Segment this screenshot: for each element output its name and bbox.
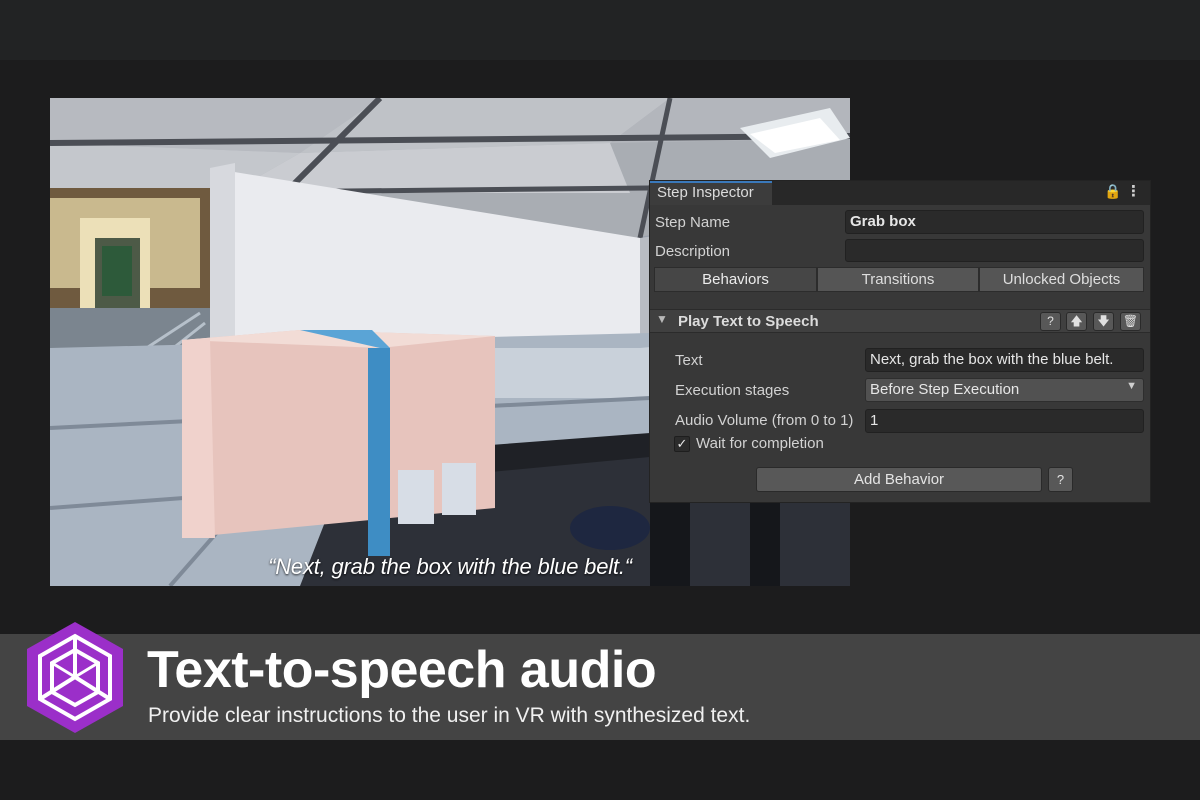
add-behavior-button[interactable]: Add Behavior (756, 467, 1042, 492)
text-field[interactable]: Next, grab the box with the blue belt. (865, 348, 1144, 372)
step-name-label: Step Name (655, 214, 731, 231)
behavior-title: Play Text to Speech (678, 313, 819, 330)
wait-for-completion-label: Wait for completion (696, 435, 824, 452)
text-label: Text (675, 352, 703, 369)
hexagon-cube-logo-icon (27, 622, 123, 733)
execution-stages-dropdown[interactable]: Before Step Execution ▼ (865, 378, 1144, 402)
audio-volume-label: Audio Volume (from 0 to 1) (675, 412, 854, 429)
inspector-tab[interactable]: Step Inspector (650, 181, 772, 205)
help-button[interactable]: ? (1048, 467, 1073, 492)
tab-unlocked-objects[interactable]: Unlocked Objects (979, 267, 1144, 292)
audio-volume-field[interactable]: 1 (865, 409, 1144, 433)
description-field[interactable] (845, 239, 1144, 262)
move-up-icon[interactable]: 🡅 (1066, 312, 1087, 331)
behavior-help-button[interactable]: ? (1040, 312, 1061, 331)
behavior-header[interactable]: ▼ Play Text to Speech ? 🡅 🡇 🗑 (650, 309, 1150, 333)
collapse-arrow-icon[interactable]: ▼ (656, 312, 668, 326)
lock-icon[interactable]: 🔒 (1104, 183, 1121, 200)
wait-checkbox[interactable]: ✓ (674, 436, 690, 452)
kebab-menu-icon[interactable]: ⋮ (1126, 182, 1141, 200)
move-down-icon[interactable]: 🡇 (1093, 312, 1114, 331)
top-strip (0, 0, 1200, 60)
inspector-header: Step Inspector 🔒 ⋮ (650, 181, 1150, 205)
scene-subtitle: “Next, grab the box with the blue belt.“ (268, 554, 632, 579)
delete-icon[interactable]: 🗑 (1120, 312, 1141, 331)
banner-title: Text-to-speech audio (147, 641, 657, 699)
banner-subtitle: Provide clear instructions to the user i… (148, 704, 751, 727)
chevron-down-icon: ▼ (1126, 380, 1137, 392)
tab-behaviors[interactable]: Behaviors (654, 267, 817, 292)
tab-transitions[interactable]: Transitions (817, 267, 979, 292)
inspector-tabbar: Behaviors Transitions Unlocked Objects (654, 267, 1144, 292)
description-label: Description (655, 243, 731, 260)
execution-stages-value: Before Step Execution (870, 381, 1020, 398)
execution-stages-label: Execution stages (675, 382, 790, 399)
step-name-field[interactable]: Grab box (845, 210, 1144, 234)
step-inspector-panel: Step Inspector 🔒 ⋮ Step Name Grab box De… (650, 181, 1150, 502)
